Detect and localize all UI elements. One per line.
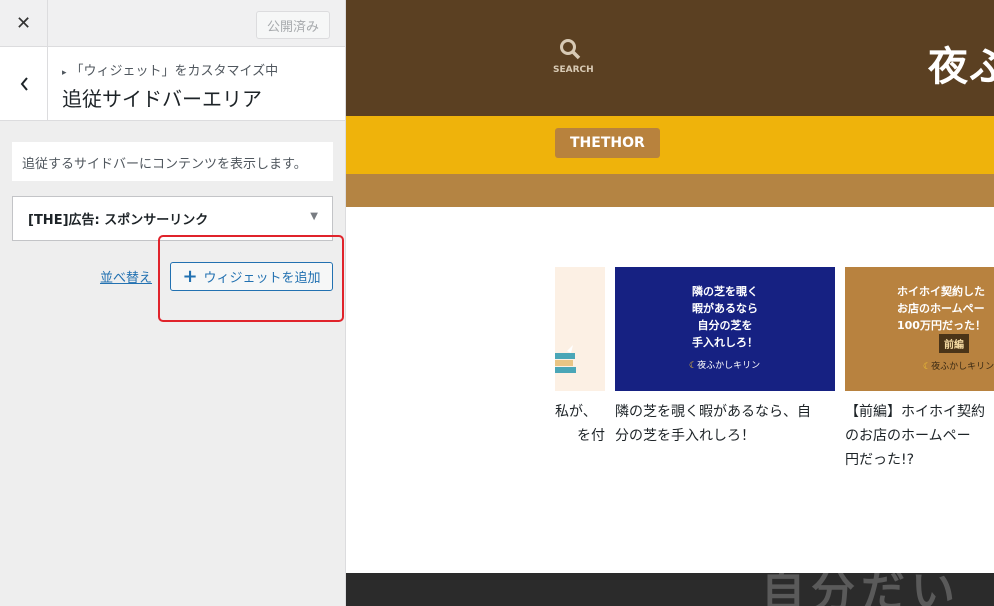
brand-badge: ☾夜ふかしキリン <box>689 361 761 371</box>
chevron-left-icon <box>20 76 28 91</box>
section-description: 追従するサイドバーにコンテンツを表示します。 <box>12 142 333 181</box>
article-thumbnail[interactable] <box>555 267 605 391</box>
breadcrumb: ▸ 「ウィジェット」をカスタマイズ中 <box>62 60 278 79</box>
customizer-topbar: ✕ 公開済み <box>0 0 345 47</box>
footer-banner: 自分だい <box>346 573 994 606</box>
publish-button[interactable]: 公開済み <box>256 11 330 39</box>
caret-down-icon[interactable]: ▼ <box>310 211 318 222</box>
article-title-line: 隣の芝を覗く暇があるなら、自 <box>615 404 811 420</box>
thumbnail-text: ホイホイ契約した お店のホームペー 100万円だった！ <box>897 285 986 332</box>
footer-banner-text: 自分だい <box>761 573 961 606</box>
article-thumbnail[interactable]: 隣の芝を覗く 暇があるなら 自分の芝を 手入れしろ！ ☾夜ふかしキリン <box>615 267 835 391</box>
close-button[interactable]: ✕ <box>0 0 48 47</box>
article-title-line: 【前編】ホイホイ契約 <box>845 404 985 420</box>
thumbnail-text: 隣の芝を覗く 暇があるなら 自分の芝を 手入れしろ！ <box>692 285 758 349</box>
section-header: ▸ 「ウィジェット」をカスタマイズ中 追従サイドバーエリア <box>0 47 345 121</box>
site-sub-bar <box>346 174 994 207</box>
add-widget-label: ウィジェットを追加 <box>203 271 321 286</box>
site-nav-bar: THETHOR <box>346 116 994 174</box>
brand-badge: ☾夜ふかしキリン <box>923 362 994 372</box>
article-title-line: 私が、 <box>555 404 597 420</box>
caret-right-icon: ▸ <box>62 68 67 78</box>
site-logo[interactable]: 夜ふ <box>928 34 994 92</box>
customizer-panel: ✕ 公開済み ▸ 「ウィジェット」をカスタマイズ中 追従サイドバーエリア 追従する… <box>0 0 346 606</box>
close-icon: ✕ <box>15 13 32 34</box>
breadcrumb-text: 「ウィジェット」をカスタマイズ中 <box>70 64 279 79</box>
widget-item-sponsor-link[interactable]: [THE]広告: スポンサーリンク ▼ <box>12 196 333 241</box>
article-thumbnail[interactable]: ホイホイ契約した お店のホームペー 100万円だった！ 前編 ☾夜ふかしキリン <box>845 267 994 391</box>
nav-item-thethor[interactable]: THETHOR <box>555 128 660 158</box>
books-illustration <box>555 345 576 373</box>
search-icon <box>560 39 581 60</box>
moon-icon: ☾ <box>689 361 698 371</box>
article-title-line: 分の芝を手入れしろ！ <box>615 428 755 444</box>
site-preview: SEARCH 夜ふ THETHOR 私が、 を付 隣の芝を覗く 暇があるなら 自… <box>346 0 994 606</box>
moon-icon: ☾ <box>923 362 932 372</box>
search-label: SEARCH <box>553 65 594 75</box>
search-button[interactable]: SEARCH <box>553 38 594 75</box>
article-title-line: 円だった!? <box>845 452 915 468</box>
site-header: SEARCH 夜ふ <box>346 0 994 116</box>
add-widget-button[interactable]: + ウィジェットを追加 <box>170 262 333 291</box>
section-title: 追従サイドバーエリア <box>62 87 262 111</box>
article-title-line: のお店のホームペー <box>845 428 971 444</box>
part-badge: 前編 <box>939 334 969 353</box>
reorder-link[interactable]: 並べ替え <box>100 267 152 286</box>
article-title-line: を付 <box>577 428 605 444</box>
widget-title: [THE]広告: スポンサーリンク <box>28 213 209 228</box>
plus-icon: + <box>182 265 198 287</box>
back-button[interactable] <box>0 47 48 120</box>
